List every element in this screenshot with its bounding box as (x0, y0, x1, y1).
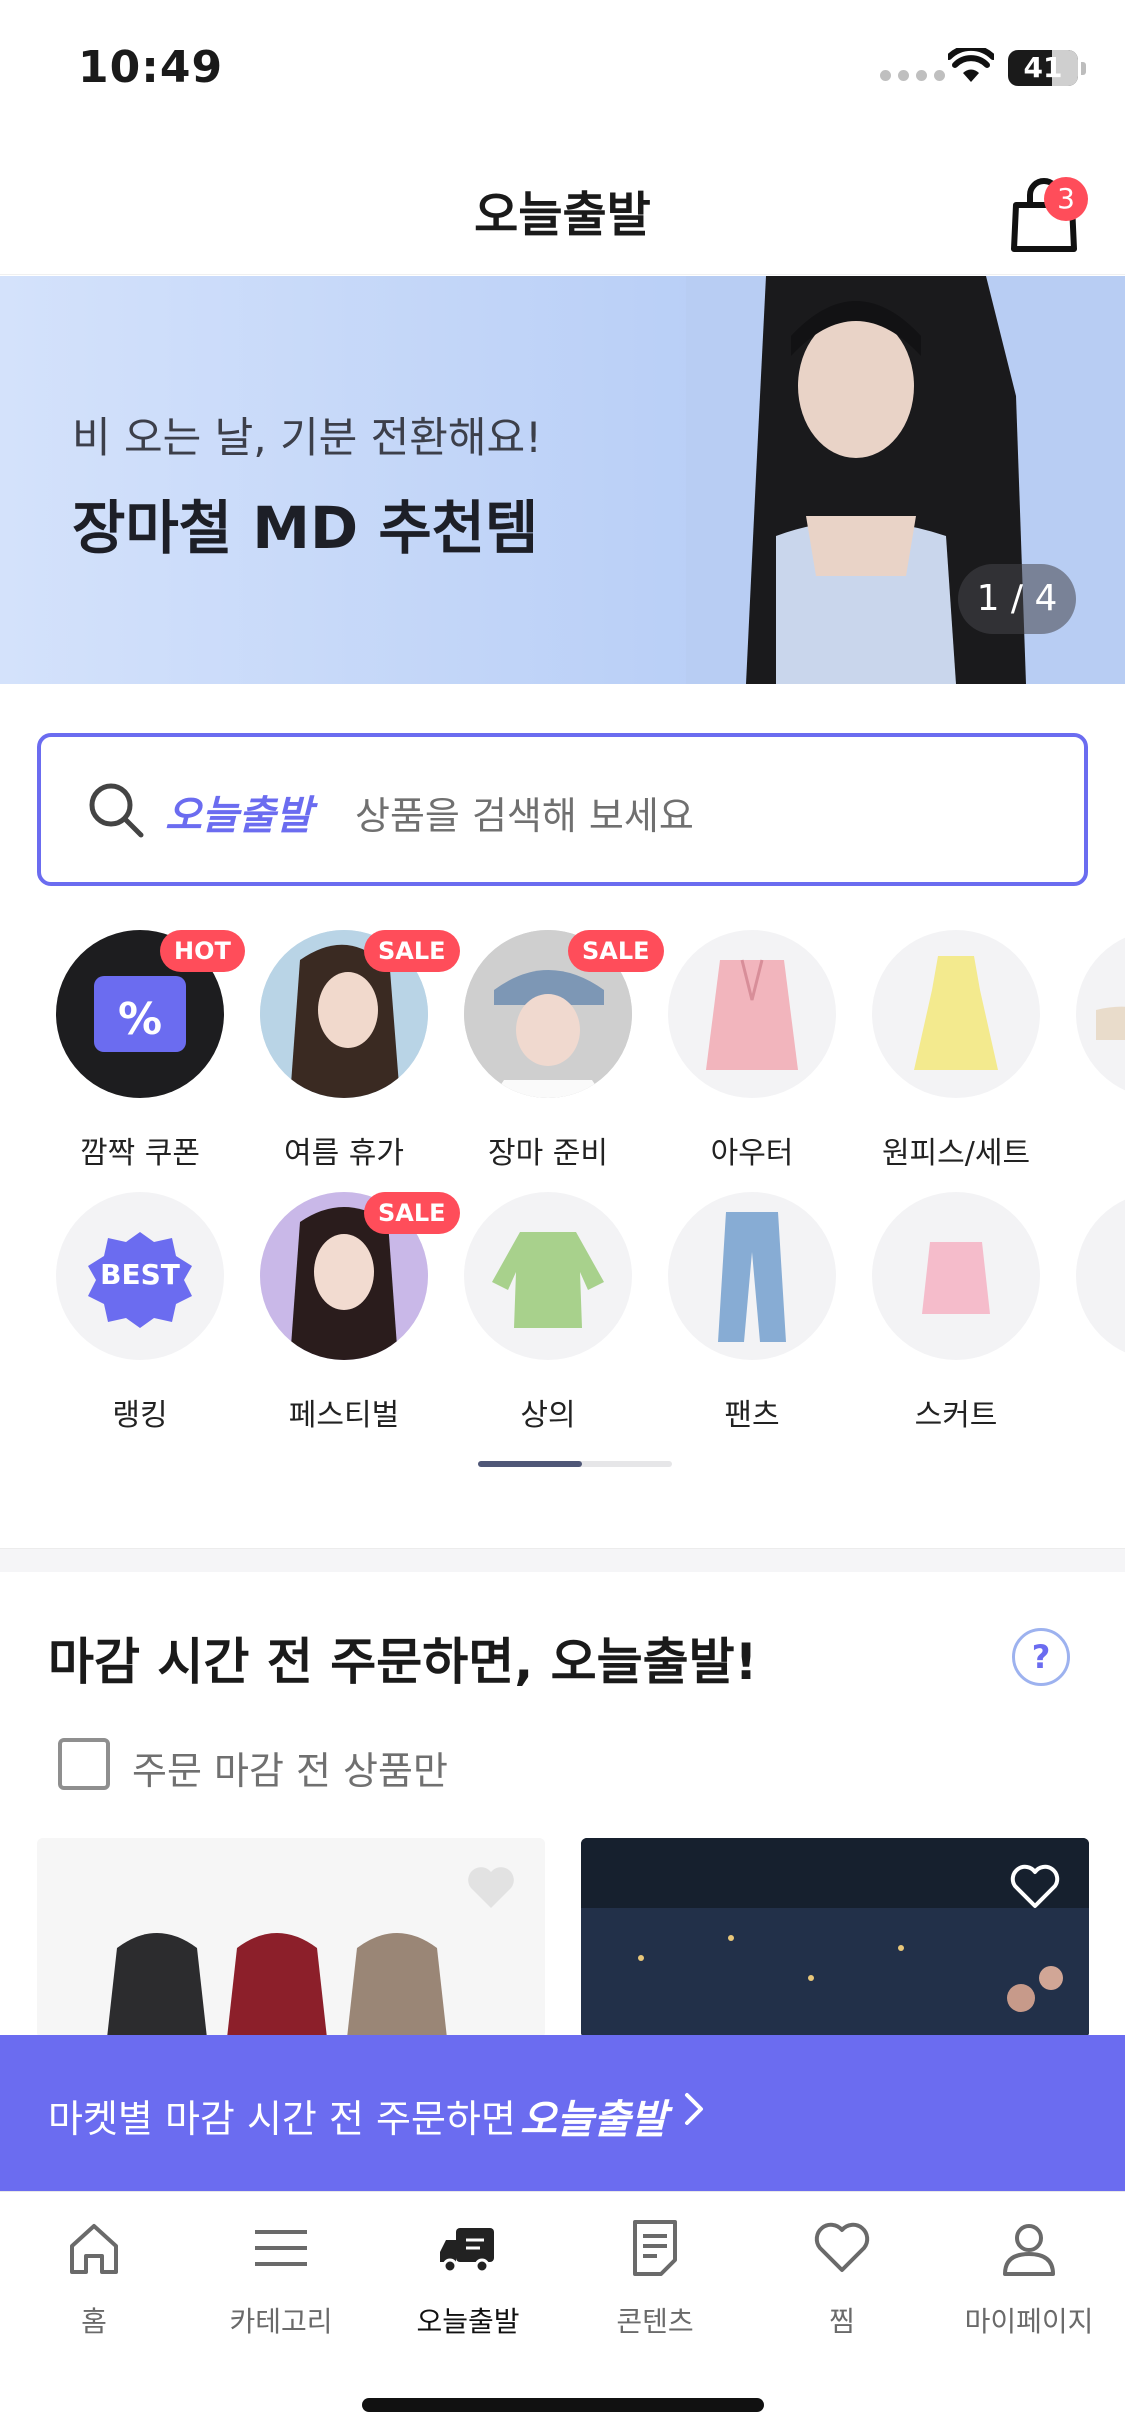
category-outer[interactable]: 아우터 (652, 930, 852, 1171)
signal-icon (880, 70, 945, 81)
category-top[interactable]: 상의 (448, 1192, 648, 1433)
banner-pager: 1 / 4 (958, 564, 1076, 634)
battery-icon: 41 (1008, 50, 1086, 86)
promo-banner[interactable]: 비 오는 날, 기분 전환해요! 장마철 MD 추천템 1 / 4 (0, 276, 1125, 684)
tab-label: 마이페이지 (964, 2305, 1094, 2338)
hot-badge: HOT (160, 930, 245, 972)
category-pants[interactable]: 팬츠 (652, 1192, 852, 1433)
banner-subtitle: 비 오는 날, 기분 전환해요! (72, 413, 542, 462)
sale-badge: SALE (568, 930, 664, 972)
outer-image (668, 930, 836, 1098)
help-button[interactable]: ? (1012, 1628, 1070, 1686)
tab-contents[interactable]: 콘텐츠 (561, 2216, 749, 2356)
svg-text:%: % (118, 994, 162, 1045)
status-time: 10:49 (78, 42, 224, 93)
user-icon (1003, 2224, 1055, 2276)
home-icon (70, 2224, 118, 2274)
cart-button[interactable]: 3 (1004, 165, 1088, 255)
search-icon (89, 783, 144, 838)
status-bar: 10:49 41 (0, 0, 1125, 135)
notice-brand: 오늘출발 (520, 2097, 668, 2143)
tab-home[interactable]: 홈 (0, 2216, 188, 2356)
deadline-notice-bar[interactable]: 마켓별 마감 시간 전 주문하면 오늘출발 (0, 2035, 1125, 2191)
onepiece-image (872, 930, 1040, 1098)
tab-label: 콘텐츠 (616, 2305, 694, 2338)
category-onepiece-set[interactable]: 원피스/세트 (856, 930, 1056, 1171)
document-icon (633, 2220, 677, 2276)
best-badge-text: BEST (100, 1258, 180, 1291)
category-ranking[interactable]: BEST 랭킹 (40, 1192, 240, 1433)
tab-label: 오늘출발 (416, 2305, 520, 2338)
pants-image (668, 1192, 836, 1360)
tab-today-departure[interactable]: 오늘출발 (374, 2216, 562, 2356)
checkbox-label[interactable]: 주문 마감 전 상품만 (132, 1740, 448, 1795)
sale-badge: SALE (364, 1192, 460, 1234)
category-festival[interactable]: SALE 페스티벌 (244, 1192, 460, 1433)
tab-label: 찜 (829, 2305, 855, 2338)
search-brand-label: 오늘출발 (165, 793, 313, 839)
banner-title: 장마철 MD 추천템 (72, 494, 539, 562)
category-grid: % HOT 깜짝 쿠폰 SALE 여름 휴가 SALE 장마 준비 아우터 원피… (0, 930, 1125, 1470)
category-summer-vacation[interactable]: SALE 여름 휴가 (244, 930, 460, 1171)
battery-level: 41 (1023, 51, 1063, 84)
product-card[interactable] (37, 1838, 545, 2038)
heart-icon (814, 2222, 870, 2272)
category-rainy-season[interactable]: SALE 장마 준비 (448, 930, 664, 1171)
tab-category[interactable]: 카테고리 (187, 2216, 375, 2356)
header: 오늘출발 3 (0, 135, 1125, 275)
category-more[interactable] (1060, 1192, 1125, 1432)
tab-mypage[interactable]: 마이페이지 (935, 2216, 1123, 2356)
category-label: 스커트 (914, 1398, 998, 1433)
section-divider (0, 1548, 1125, 1572)
page-title: 오늘출발 (474, 187, 651, 243)
truck-icon (440, 2228, 494, 2274)
category-label: 원피스/세트 (881, 1136, 1031, 1171)
shoes-image (1076, 930, 1125, 1098)
category-coupon[interactable]: % HOT 깜짝 쿠폰 (40, 930, 245, 1171)
best-badge-icon: BEST (56, 1192, 224, 1360)
chevron-right-icon (685, 2093, 703, 2125)
category-scroll-thumb[interactable] (478, 1461, 582, 1467)
category-skirt[interactable]: 스커트 (856, 1192, 1056, 1433)
search-placeholder: 상품을 검색해 보세요 (355, 794, 694, 838)
top-image (464, 1192, 632, 1360)
notice-text: 마켓별 마감 시간 전 주문하면 (48, 2097, 516, 2141)
sale-badge: SALE (364, 930, 460, 972)
cart-count-badge: 3 (1044, 177, 1088, 221)
more-category-image (1076, 1192, 1125, 1360)
home-indicator (362, 2398, 764, 2412)
order-deadline-checkbox[interactable] (58, 1738, 110, 1790)
product-card[interactable] (581, 1838, 1089, 2038)
section-title: 마감 시간 전 주문하면, 오늘출발! (48, 1633, 758, 1691)
tab-label: 홈 (81, 2305, 107, 2338)
menu-icon (255, 2230, 307, 2266)
category-shoes[interactable] (1060, 930, 1125, 1170)
heart-icon[interactable] (1009, 1864, 1061, 1910)
tab-label: 카테고리 (229, 2305, 333, 2338)
skirt-image (872, 1192, 1040, 1360)
heart-icon[interactable] (465, 1864, 517, 1910)
wifi-icon (948, 48, 994, 82)
tab-wishlist[interactable]: 찜 (748, 2216, 936, 2356)
search-input[interactable]: 오늘출발 상품을 검색해 보세요 (37, 733, 1088, 886)
